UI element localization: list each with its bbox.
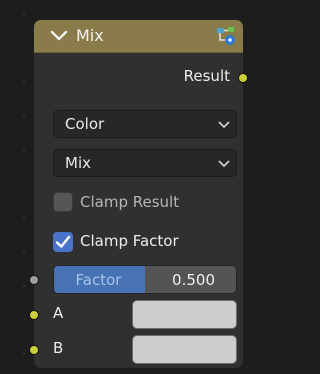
clamp-factor-label[interactable]: Clamp Factor bbox=[80, 232, 179, 250]
clamp-result-label[interactable]: Clamp Result bbox=[80, 193, 179, 211]
blend-mode-dropdown[interactable]: Mix bbox=[53, 149, 237, 177]
clamp-factor-checkbox[interactable] bbox=[53, 232, 73, 252]
input-a-color-swatch[interactable] bbox=[132, 300, 237, 329]
input-b-label: B bbox=[53, 339, 64, 357]
output-result-socket[interactable] bbox=[238, 73, 248, 83]
editor-grid bbox=[22, 12, 26, 356]
chevron-down-icon[interactable] bbox=[50, 30, 68, 42]
mix-node[interactable]: Mix Result Color Mix Clamp Result Clamp … bbox=[29, 20, 248, 368]
clamp-result-checkbox[interactable] bbox=[53, 192, 73, 212]
input-a-socket[interactable] bbox=[29, 310, 39, 320]
chevron-down-icon bbox=[218, 121, 230, 129]
chevron-down-icon bbox=[218, 160, 230, 168]
factor-input-socket[interactable] bbox=[29, 275, 39, 285]
input-b-color-swatch[interactable] bbox=[132, 335, 237, 364]
data-type-value: Color bbox=[65, 115, 105, 133]
blend-mode-value: Mix bbox=[65, 154, 91, 172]
output-result-label: Result bbox=[183, 67, 230, 85]
factor-slider[interactable]: Factor 0.500 bbox=[53, 265, 237, 294]
node-group-icon bbox=[217, 27, 235, 45]
input-a-label: A bbox=[53, 304, 64, 322]
factor-value: 0.500 bbox=[172, 271, 215, 289]
node-title: Mix bbox=[76, 26, 104, 45]
checkmark-icon bbox=[55, 235, 71, 248]
input-b-socket[interactable] bbox=[29, 345, 39, 355]
node-header[interactable]: Mix bbox=[34, 20, 243, 53]
factor-label: Factor bbox=[75, 271, 122, 289]
data-type-dropdown[interactable]: Color bbox=[53, 110, 237, 138]
